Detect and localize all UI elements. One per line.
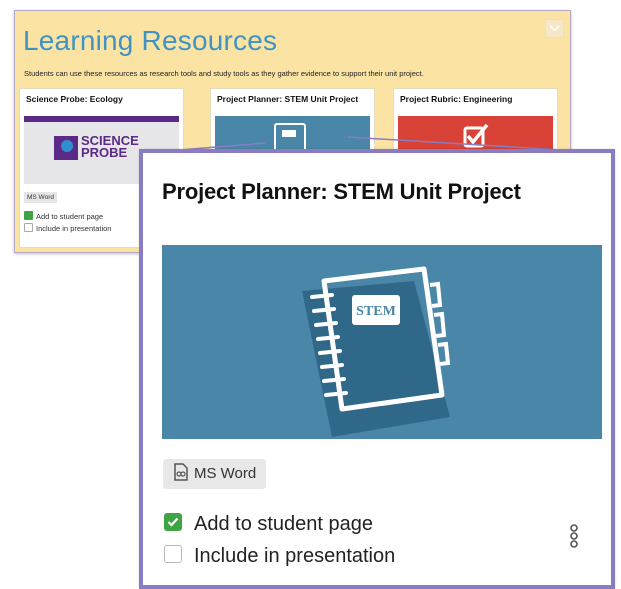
checkbox-unchecked-icon[interactable] [164,545,182,563]
zoomed-resource-card[interactable]: Project Planner: STEM Unit Project STEM … [139,149,615,589]
format-label: MS Word [194,465,257,482]
include-in-presentation-label: Include in presentation [194,545,396,567]
format-badge: MS Word [163,459,267,489]
checkbox-checked-icon[interactable] [164,513,182,531]
add-to-student-page-checkbox[interactable]: Add to student page [164,513,373,536]
stem-notebook-thumbnail[interactable]: STEM [162,245,602,439]
add-to-student-page-label: Add to student page [194,513,374,535]
notebook-icon: STEM [302,266,451,437]
link-icon[interactable] [568,524,580,548]
notebook-label: STEM [356,304,396,319]
zoom-card-title: Project Planner: STEM Unit Project [162,179,521,204]
document-icon [174,463,188,481]
include-in-presentation-checkbox[interactable]: Include in presentation [164,545,395,568]
